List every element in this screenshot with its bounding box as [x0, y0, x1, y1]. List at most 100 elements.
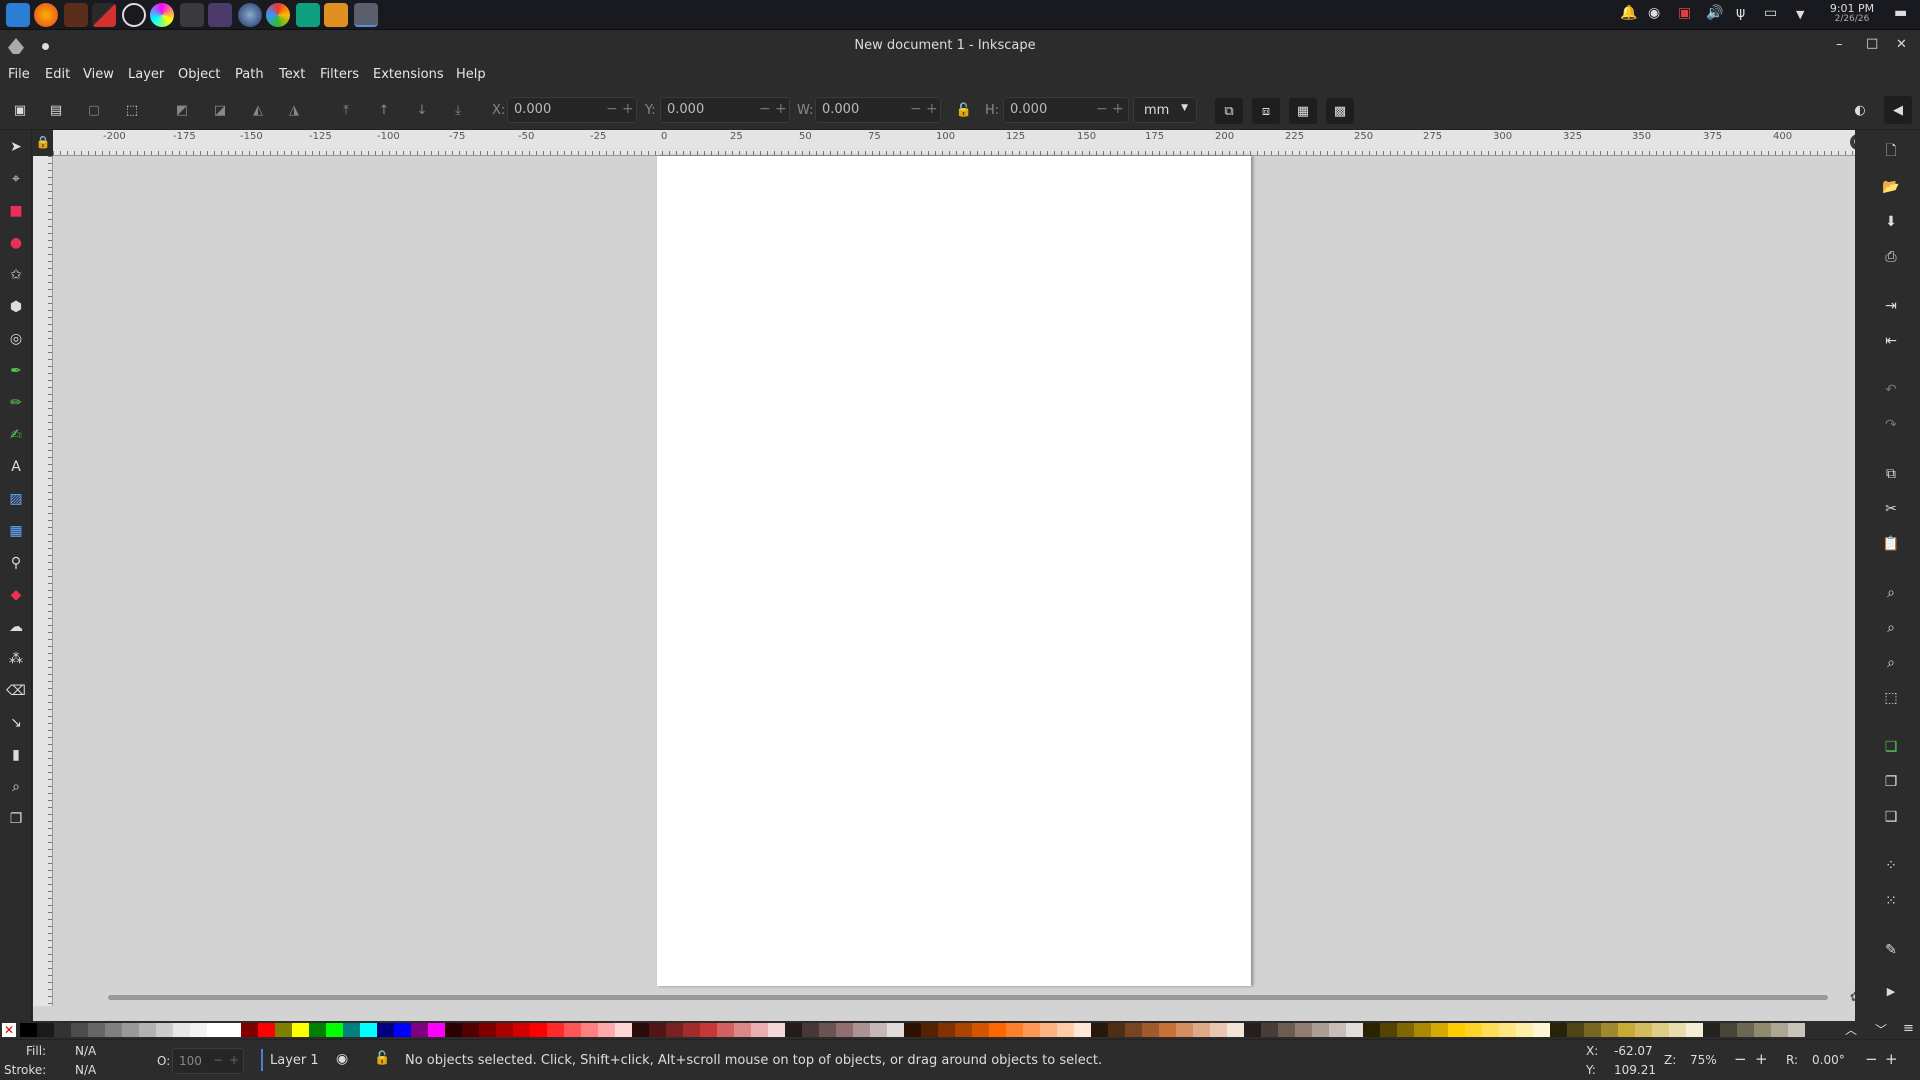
raise-icon[interactable]: ↑	[372, 98, 396, 122]
no-paint-swatch[interactable]: ✕	[2, 1023, 16, 1037]
palette-swatch[interactable]	[1788, 1023, 1805, 1037]
select-all-layers-icon[interactable]: ▤	[44, 98, 68, 122]
unit-dropdown[interactable]: mm ▼	[1133, 97, 1197, 123]
tray-expand-icon[interactable]: ▼	[1796, 8, 1804, 21]
palette-swatch[interactable]	[156, 1023, 173, 1037]
palette-swatch[interactable]	[1108, 1023, 1125, 1037]
layer-dropdown[interactable]: Layer 1	[270, 1053, 319, 1068]
vpn-icon[interactable]	[296, 3, 320, 27]
snap-toggle-icon[interactable]: ◐	[1848, 98, 1872, 122]
chromium-icon[interactable]	[122, 3, 146, 27]
window-icon[interactable]: ▭	[1764, 5, 1777, 21]
palette-swatch[interactable]	[343, 1023, 360, 1037]
palette-swatch[interactable]	[173, 1023, 190, 1037]
palette-swatch[interactable]	[1295, 1023, 1312, 1037]
affinity-icon[interactable]	[92, 3, 116, 27]
palette-swatch[interactable]	[1465, 1023, 1482, 1037]
open-icon[interactable]: 📂	[1880, 176, 1902, 198]
palette-swatch[interactable]	[1312, 1023, 1329, 1037]
palette-swatch[interactable]	[1023, 1023, 1040, 1037]
palette-swatch[interactable]	[326, 1023, 343, 1037]
inkscape-icon[interactable]	[354, 3, 378, 27]
lower-to-bottom-icon[interactable]: ⤓	[446, 98, 470, 122]
zoom-page-icon[interactable]: ⌕	[1880, 652, 1902, 674]
rotate-ccw-icon[interactable]: ◩	[170, 98, 194, 122]
scale-corners-icon[interactable]: ⧈	[1252, 98, 1280, 124]
deselect-icon[interactable]: ▢	[82, 98, 106, 122]
terminal-icon[interactable]	[180, 3, 204, 27]
guide-lock-icon[interactable]: 🔒	[33, 130, 53, 156]
palette-swatch[interactable]	[513, 1023, 530, 1037]
palette-swatch[interactable]	[598, 1023, 615, 1037]
color-picker-icon[interactable]	[150, 3, 174, 27]
palette-swatch[interactable]	[1278, 1023, 1295, 1037]
h-field[interactable]: 0.000	[1003, 97, 1129, 123]
palette-swatch[interactable]	[1550, 1023, 1567, 1037]
zoom-width-icon[interactable]: ⬚	[1880, 687, 1902, 709]
scale-stroke-icon[interactable]: ⧉	[1215, 98, 1243, 124]
circle-app-icon[interactable]	[238, 3, 262, 27]
opacity-field[interactable]: 100 − +	[172, 1048, 244, 1074]
undo-icon[interactable]: ↶	[1880, 379, 1902, 401]
connector-tool-icon[interactable]: ↘	[5, 712, 27, 734]
palette-swatch[interactable]	[717, 1023, 734, 1037]
pages-tool-icon[interactable]: ❐	[5, 808, 27, 830]
menu-text[interactable]: Text	[279, 67, 305, 82]
palette-swatch[interactable]	[1618, 1023, 1635, 1037]
palette-swatch[interactable]	[1363, 1023, 1380, 1037]
palette-swatch[interactable]	[105, 1023, 122, 1037]
palette-swatch[interactable]	[1754, 1023, 1771, 1037]
palette-swatch[interactable]	[1703, 1023, 1720, 1037]
maximize-button[interactable]: □	[1866, 36, 1878, 51]
menu-extensions[interactable]: Extensions	[373, 67, 444, 82]
palette-swatch[interactable]	[1686, 1023, 1703, 1037]
selector-tool-icon[interactable]: ➤	[5, 136, 27, 158]
palette-swatch[interactable]	[496, 1023, 513, 1037]
palette-swatch[interactable]	[1499, 1023, 1516, 1037]
rotate-value[interactable]: 0.00°	[1812, 1053, 1845, 1067]
palette-swatch[interactable]	[1652, 1023, 1669, 1037]
palette-swatch[interactable]	[632, 1023, 649, 1037]
start-icon[interactable]	[6, 3, 30, 27]
palette-swatch[interactable]	[819, 1023, 836, 1037]
palette-swatch[interactable]	[1720, 1023, 1737, 1037]
palette-swatch[interactable]	[1125, 1023, 1142, 1037]
menu-edit[interactable]: Edit	[45, 67, 70, 82]
document-page[interactable]	[657, 156, 1251, 986]
palette-swatch[interactable]	[1516, 1023, 1533, 1037]
paste-icon[interactable]: 📋	[1880, 533, 1902, 555]
palette-swatch[interactable]	[1584, 1023, 1601, 1037]
layer-visibility-icon[interactable]: ◉	[336, 1051, 348, 1067]
palette-swatch[interactable]	[1244, 1023, 1261, 1037]
palette-swatch[interactable]	[955, 1023, 972, 1037]
palette-swatch[interactable]	[904, 1023, 921, 1037]
menu-file[interactable]: File	[8, 67, 30, 82]
palette-swatch[interactable]	[1040, 1023, 1057, 1037]
notification-bell-icon[interactable]: 🔔	[1620, 5, 1637, 21]
text-tool-icon[interactable]: A	[5, 456, 27, 478]
palette-swatch[interactable]	[1414, 1023, 1431, 1037]
palette-swatch[interactable]	[1380, 1023, 1397, 1037]
clone-icon[interactable]: ❐	[1880, 771, 1902, 793]
palette-swatch[interactable]	[1057, 1023, 1074, 1037]
h-increment-icon[interactable]: +	[1112, 101, 1124, 117]
sync-icon[interactable]: ◉	[1648, 5, 1660, 21]
lower-icon[interactable]: ↓	[410, 98, 434, 122]
canvas-area[interactable]: -200 -175 -150 -125 -100 -75 -50 -25 0 2…	[33, 130, 1866, 1035]
close-button[interactable]: ✕	[1896, 37, 1907, 52]
mesh-tool-icon[interactable]: ▦	[5, 520, 27, 542]
palette-swatch[interactable]	[1142, 1023, 1159, 1037]
rotate-increment-icon[interactable]: +	[1885, 1050, 1898, 1068]
palette-swatch[interactable]	[1737, 1023, 1754, 1037]
palette-swatch[interactable]	[258, 1023, 275, 1037]
w-decrement-icon[interactable]: −	[910, 101, 922, 117]
palette-swatch[interactable]	[938, 1023, 955, 1037]
palette-swatch[interactable]	[1091, 1023, 1108, 1037]
dropper-tool-icon[interactable]: ⚲	[5, 552, 27, 574]
fill-stroke-icon[interactable]: ✎	[1880, 939, 1902, 961]
minimize-button[interactable]: –	[1836, 37, 1843, 52]
palette-swatch[interactable]	[734, 1023, 751, 1037]
layer-lock-icon[interactable]: 🔓	[374, 1051, 390, 1066]
palette-swatch[interactable]	[564, 1023, 581, 1037]
palette-swatch[interactable]	[887, 1023, 904, 1037]
